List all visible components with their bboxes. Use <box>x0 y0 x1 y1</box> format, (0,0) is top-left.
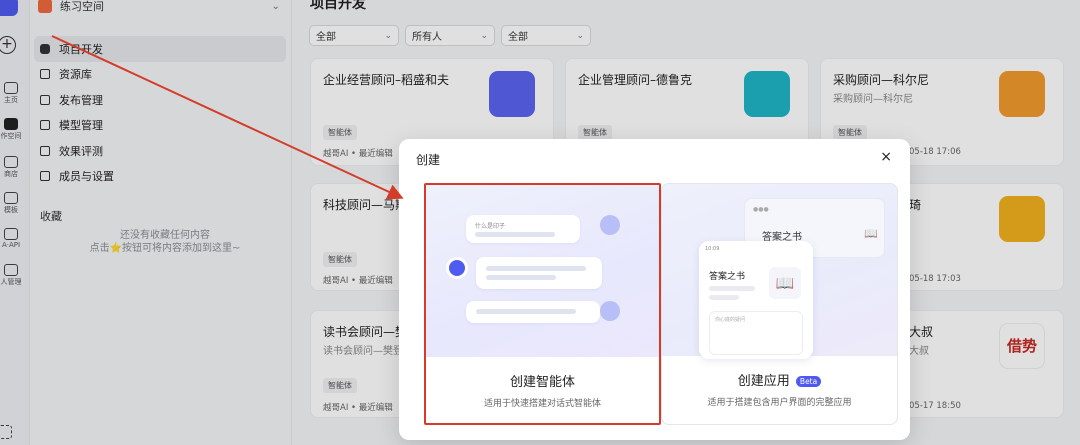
app-preview: ●●● 答案之书 📖 10:09 答案之书 📖 你心底的疑问 <box>662 184 897 359</box>
dialog-title: 创建 <box>416 153 441 167</box>
book-icon: 📖 <box>769 267 801 299</box>
bot-avatar-icon <box>446 257 468 279</box>
create-agent-option[interactable]: 什么是印子 创建智能体 适用于快速搭建对话式智能体 <box>424 183 661 425</box>
user-avatar-icon <box>600 215 620 235</box>
create-app-option[interactable]: ●●● 答案之书 📖 10:09 答案之书 📖 你心底的疑问 创建应用 Beta… <box>661 183 898 425</box>
book-icon: 📖 <box>864 227 878 240</box>
agent-option-title: 创建智能体 <box>509 375 575 390</box>
create-dialog: 创建 × 什么是印子 创建智能体 适用于快速搭建对话式智能体 ●●● 答案之书 … <box>399 139 910 440</box>
app-option-title: 创建应用 Beta <box>662 370 897 389</box>
close-icon[interactable]: × <box>880 149 892 165</box>
chat-bubble: 什么是印子 <box>466 215 580 243</box>
beta-badge: Beta <box>795 376 822 387</box>
phone-mockup: 10:09 答案之书 📖 你心底的疑问 <box>699 241 813 359</box>
user-avatar-icon <box>600 301 620 321</box>
agent-preview: 什么是印子 <box>426 185 659 357</box>
agent-option-desc: 适用于快速搭建对话式智能体 <box>483 399 601 409</box>
chat-bubble <box>466 301 600 323</box>
question-input: 你心底的疑问 <box>709 311 803 355</box>
app-option-desc: 适用于搭建包含用户界面的完整应用 <box>707 398 852 408</box>
chat-bubble <box>476 257 602 289</box>
